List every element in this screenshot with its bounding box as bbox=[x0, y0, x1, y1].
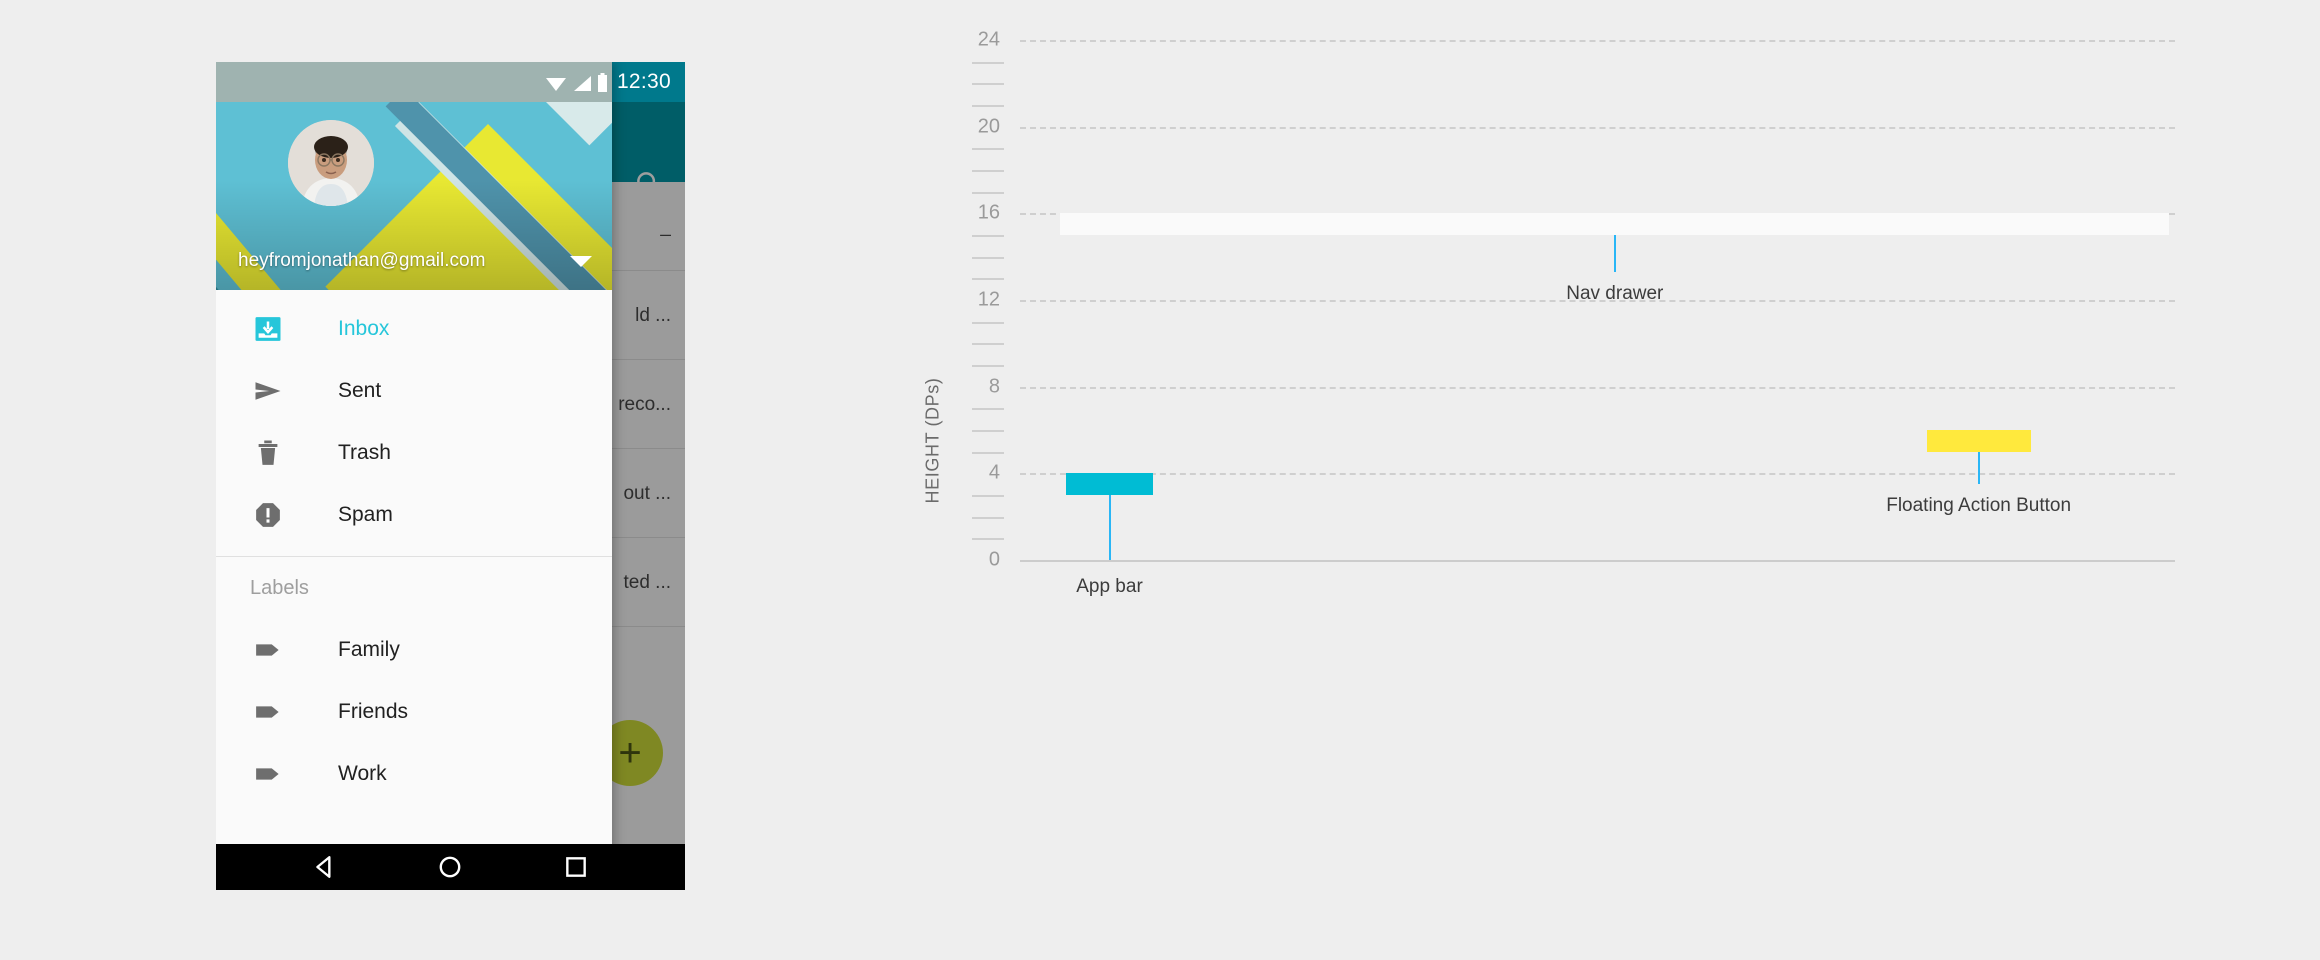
status-bar-icons bbox=[545, 72, 608, 92]
callout-leader-line bbox=[1613, 235, 1616, 272]
y-axis-tick-label: 24 bbox=[977, 28, 1000, 51]
y-axis-tick-label: 12 bbox=[977, 288, 1000, 311]
battery-icon bbox=[597, 72, 607, 92]
status-bar: 12:30 bbox=[216, 62, 685, 102]
gridline bbox=[1020, 386, 2175, 389]
y-axis-tick-label: 20 bbox=[977, 115, 1000, 138]
sidebar-item-inbox[interactable]: Inbox bbox=[216, 298, 612, 360]
account-row[interactable]: heyfromjonathan@gmail.com bbox=[216, 232, 612, 290]
gridline bbox=[1020, 473, 2175, 476]
inbox-icon bbox=[250, 311, 286, 347]
y-axis-minor-tick bbox=[972, 170, 1004, 172]
y-axis-tick-label: 16 bbox=[977, 201, 1000, 224]
label-tag-icon bbox=[250, 694, 286, 730]
sidebar-item-trash[interactable]: Trash bbox=[216, 422, 612, 484]
sidebar-item-friends[interactable]: Friends bbox=[216, 681, 612, 743]
spam-icon bbox=[250, 497, 286, 533]
chart-plot-area: 0 4 8 12 16 20 24 App bar Nav drawer Floating Act… bbox=[972, 29, 2175, 597]
system-navigation-bar bbox=[216, 844, 685, 890]
back-button[interactable] bbox=[312, 854, 338, 880]
height-chart: HEIGHT (DPs) 0 4 8 12 16 20 24 App bar Nav drawe… bbox=[880, 29, 2220, 920]
y-axis-tick-label: 0 bbox=[988, 548, 1000, 571]
gridline bbox=[1020, 126, 2175, 129]
y-axis-minor-tick bbox=[972, 321, 1004, 324]
navigation-drawer[interactable]: heyfromjonathan@gmail.com Inbox Sent Tra… bbox=[216, 62, 612, 890]
y-axis-minor-tick bbox=[972, 430, 1004, 432]
label-tag-icon bbox=[250, 632, 286, 668]
y-axis-minor-tick bbox=[972, 538, 1004, 541]
y-axis-minor-tick bbox=[972, 451, 1004, 454]
y-axis-minor-tick bbox=[972, 83, 1004, 86]
send-icon bbox=[250, 373, 286, 409]
sidebar-item-label: Inbox bbox=[338, 317, 390, 340]
gridline bbox=[1020, 40, 2175, 42]
label-tag-icon bbox=[250, 756, 286, 792]
y-axis-minor-tick bbox=[972, 495, 1004, 497]
drawer-nav-list: Inbox Sent Trash Spam Labels Family Frie… bbox=[216, 290, 612, 805]
y-axis-minor-tick bbox=[972, 256, 1004, 259]
drawer-section-title: Labels bbox=[250, 576, 309, 599]
sidebar-item-work[interactable]: Work bbox=[216, 743, 612, 805]
sidebar-item-family[interactable]: Family bbox=[216, 619, 612, 681]
sidebar-item-label: Friends bbox=[338, 700, 409, 723]
y-axis-minor-tick bbox=[972, 516, 1004, 519]
y-axis-minor-tick bbox=[972, 148, 1004, 151]
sidebar-item-sent[interactable]: Sent bbox=[216, 360, 612, 422]
gridline bbox=[1020, 560, 2175, 562]
wifi-icon bbox=[545, 77, 566, 91]
account-email: heyfromjonathan@gmail.com bbox=[238, 250, 486, 271]
square-recents-icon bbox=[566, 857, 586, 877]
y-axis-minor-tick bbox=[972, 365, 1004, 367]
y-axis-tick-label: 4 bbox=[988, 461, 1000, 484]
chart-callout-label: Nav drawer bbox=[1566, 282, 1664, 304]
chart-bar bbox=[1926, 430, 2031, 452]
chart-bar bbox=[1066, 473, 1153, 495]
sidebar-item-spam[interactable]: Spam bbox=[216, 484, 612, 546]
phone-mockup: _ ld ... reco... out ... ted ... + 12:30… bbox=[216, 62, 685, 890]
status-bar-clock: 12:30 bbox=[616, 70, 671, 93]
sidebar-item-label: Sent bbox=[338, 379, 382, 402]
y-axis-title: HEIGHT (DPs) bbox=[922, 377, 943, 504]
y-axis-minor-tick bbox=[972, 61, 1004, 64]
triangle-back-icon bbox=[316, 856, 331, 878]
sidebar-item-label: Trash bbox=[338, 441, 391, 464]
callout-leader-line bbox=[1977, 451, 1980, 485]
y-axis-minor-tick bbox=[972, 235, 1004, 237]
recents-button[interactable] bbox=[563, 854, 589, 880]
chart-bar bbox=[1060, 213, 2170, 235]
chart-callout-label: Floating Action Button bbox=[1886, 495, 2072, 516]
circle-home-icon bbox=[440, 856, 461, 878]
y-axis-minor-tick bbox=[972, 343, 1004, 346]
callout-leader-line bbox=[1108, 495, 1111, 560]
sidebar-item-label: Spam bbox=[338, 503, 393, 526]
screenshot-root: _ ld ... reco... out ... ted ... + 12:30… bbox=[0, 0, 2320, 960]
chevron-down-icon[interactable] bbox=[570, 255, 592, 267]
trash-icon bbox=[250, 435, 286, 471]
sidebar-item-label: Family bbox=[338, 638, 400, 661]
y-axis-minor-tick bbox=[972, 191, 1004, 194]
y-axis-minor-tick bbox=[972, 105, 1004, 107]
y-axis-minor-tick bbox=[972, 408, 1004, 411]
chart-callout-label: App bar bbox=[1076, 576, 1143, 598]
signal-icon bbox=[573, 75, 591, 91]
sidebar-item-label: Work bbox=[338, 762, 387, 785]
avatar[interactable] bbox=[288, 120, 374, 206]
home-button[interactable] bbox=[437, 854, 463, 880]
y-axis-tick-label: 8 bbox=[988, 375, 1000, 398]
y-axis-minor-tick bbox=[972, 278, 1004, 281]
